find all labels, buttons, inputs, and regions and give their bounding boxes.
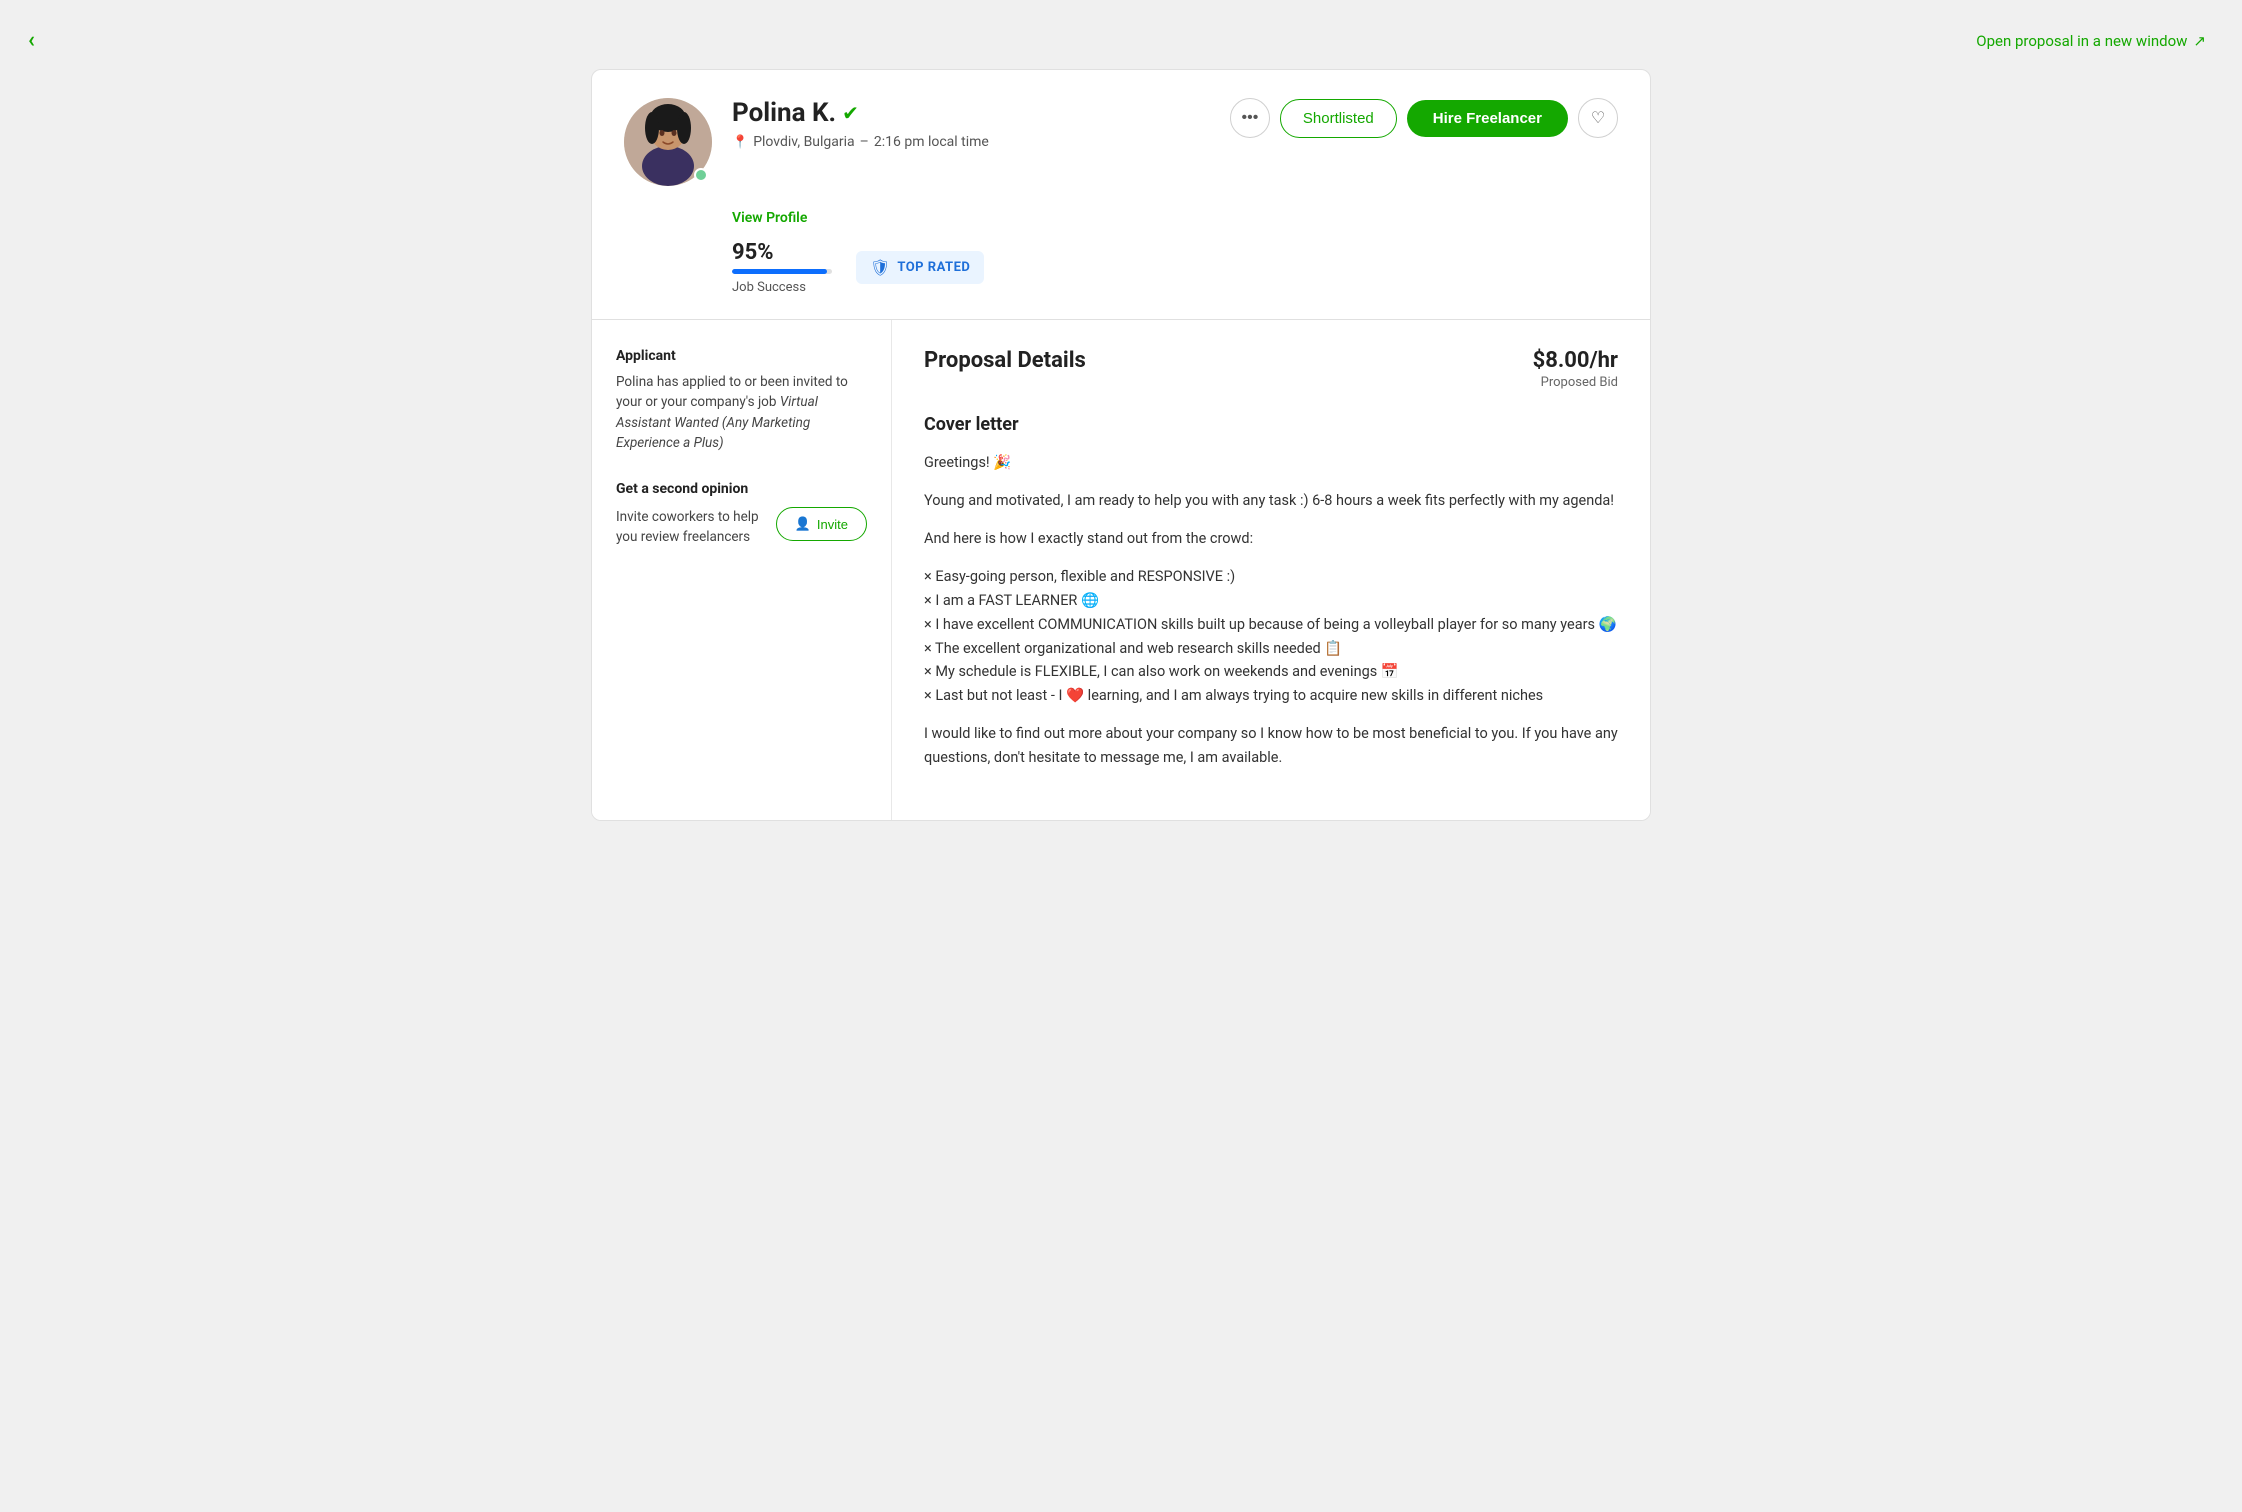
bullet2: × I am a FAST LEARNER 🌐 <box>924 592 1099 609</box>
external-link-icon: ↗ <box>2193 32 2206 50</box>
shortlisted-label: Shortlisted <box>1303 110 1374 127</box>
profile-info: Polina K. ✔ 📍 Plovdiv, Bulgaria – 2:16 p… <box>732 98 1210 150</box>
name-row: Polina K. ✔ <box>732 98 1210 128</box>
sidebar: Applicant Polina has applied to or been … <box>592 320 892 820</box>
favorite-button[interactable]: ♡ <box>1578 98 1618 138</box>
location: Plovdiv, Bulgaria <box>753 134 854 150</box>
view-profile-link[interactable]: View Profile <box>732 210 807 226</box>
cover-letter-title: Cover letter <box>924 414 1618 435</box>
cover-para1: Young and motivated, I am ready to help … <box>924 489 1618 513</box>
local-time: 2:16 pm local time <box>874 134 989 150</box>
applicant-section: Applicant Polina has applied to or been … <box>616 348 867 453</box>
invite-label: Invite <box>817 517 848 532</box>
main-content: Proposal Details $8.00/hr Proposed Bid C… <box>892 320 1650 820</box>
hire-label: Hire Freelancer <box>1433 110 1542 127</box>
second-opinion-section: Get a second opinion Invite coworkers to… <box>616 481 867 548</box>
online-indicator <box>694 168 708 182</box>
shield-icon: 🛡 <box>870 258 890 277</box>
job-success-label: Job Success <box>732 280 832 295</box>
top-bar: ‹ Open proposal in a new window ↗ <box>20 20 2222 69</box>
applicant-title: Applicant <box>616 348 867 364</box>
bullet3: × I have excellent COMMUNICATION skills … <box>924 616 1617 633</box>
proposal-header: Proposal Details $8.00/hr Proposed Bid <box>924 348 1618 390</box>
cover-bullets: × Easy-going person, flexible and RESPON… <box>924 565 1618 709</box>
invite-row: Invite coworkers to help you review free… <box>616 507 867 548</box>
cover-para2: And here is how I exactly stand out from… <box>924 527 1618 551</box>
time-separator: – <box>860 134 869 150</box>
more-options-button[interactable]: ••• <box>1230 98 1270 138</box>
open-proposal-link[interactable]: Open proposal in a new window ↗ <box>1976 32 2206 50</box>
hire-freelancer-button[interactable]: Hire Freelancer <box>1407 100 1568 137</box>
profile-actions: ••• Shortlisted Hire Freelancer ♡ <box>1230 98 1618 138</box>
bullet6: × Last but not least - I ❤️ learning, an… <box>924 687 1543 704</box>
body-section: Applicant Polina has applied to or been … <box>592 320 1650 820</box>
top-rated-text: TOP RATED <box>897 260 970 275</box>
top-rated-badge: 🛡 TOP RATED <box>856 251 984 284</box>
progress-bar-fill <box>732 269 827 274</box>
job-success: 95% Job Success <box>732 240 832 295</box>
bullet5: × My schedule is FLEXIBLE, I can also wo… <box>924 663 1399 680</box>
invite-person-icon: 👤 <box>795 516 811 532</box>
applicant-text: Polina has applied to or been invited to… <box>616 372 867 453</box>
freelancer-name: Polina K. <box>732 98 836 128</box>
open-proposal-label: Open proposal in a new window <box>1976 32 2187 50</box>
verified-icon: ✔ <box>842 101 859 125</box>
bid-label: Proposed Bid <box>1533 375 1618 390</box>
heart-icon: ♡ <box>1591 108 1605 128</box>
location-row: 📍 Plovdiv, Bulgaria – 2:16 pm local time <box>732 134 1210 150</box>
shortlisted-button[interactable]: Shortlisted <box>1280 99 1397 138</box>
progress-bar <box>732 269 832 274</box>
job-success-percentage: 95% <box>732 240 832 265</box>
invite-button[interactable]: 👤 Invite <box>776 507 867 541</box>
back-button[interactable]: ‹ <box>28 28 35 53</box>
invite-desc: Invite coworkers to help you review free… <box>616 507 764 548</box>
bullet1: × Easy-going person, flexible and RESPON… <box>924 568 1235 585</box>
cover-greeting: Greetings! 🎉 <box>924 451 1618 475</box>
profile-section: Polina K. ✔ 📍 Plovdiv, Bulgaria – 2:16 p… <box>592 70 1650 320</box>
profile-stats-area: View Profile 95% Job Success 🛡 TOP RATED <box>732 196 1618 295</box>
stats-row: 95% Job Success 🛡 TOP RATED <box>732 240 1618 295</box>
second-opinion-title: Get a second opinion <box>616 481 867 497</box>
main-card: Polina K. ✔ 📍 Plovdiv, Bulgaria – 2:16 p… <box>591 69 1651 821</box>
profile-header: Polina K. ✔ 📍 Plovdiv, Bulgaria – 2:16 p… <box>624 98 1618 186</box>
cover-para3: I would like to find out more about your… <box>924 722 1618 770</box>
proposal-title: Proposal Details <box>924 348 1086 373</box>
avatar-wrap <box>624 98 712 186</box>
bullet4: × The excellent organizational and web r… <box>924 640 1342 657</box>
bid-section: $8.00/hr Proposed Bid <box>1533 348 1618 390</box>
location-pin-icon: 📍 <box>732 135 748 150</box>
cover-letter-body: Greetings! 🎉 Young and motivated, I am r… <box>924 451 1618 770</box>
more-icon: ••• <box>1241 109 1258 127</box>
bid-amount: $8.00/hr <box>1533 348 1618 373</box>
